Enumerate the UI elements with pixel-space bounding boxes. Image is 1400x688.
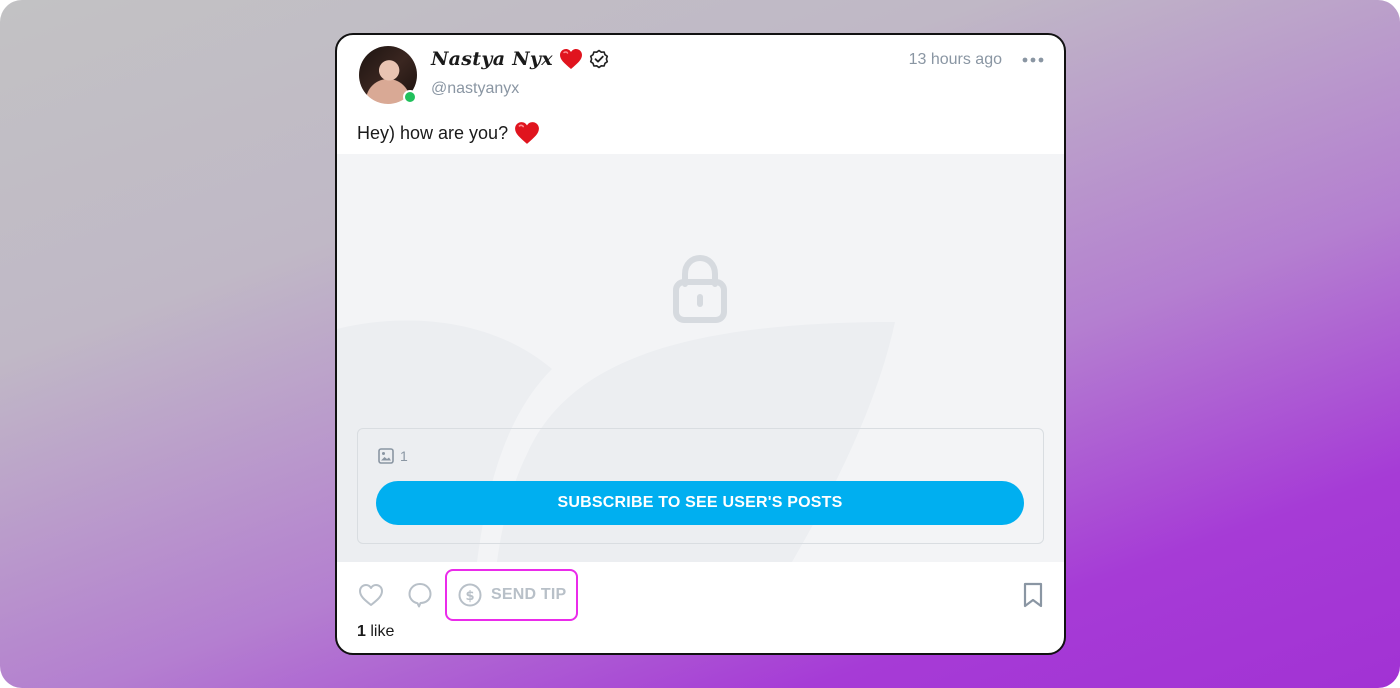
svg-text:$: $: [465, 589, 474, 604]
verified-icon: [589, 49, 608, 69]
online-status-dot: [403, 90, 417, 104]
heart-emoji-icon: [515, 122, 539, 144]
post-actions-bar: $ SEND TIP: [357, 569, 1044, 621]
post-header: Nastya Nyx @nastyanyx 13 hours ago: [359, 46, 1044, 106]
likes-count: 1: [357, 623, 366, 640]
media-count-value: 1: [400, 448, 408, 464]
locked-media-area: 1 SUBSCRIBE TO SEE USER'S POSTS: [337, 154, 1064, 562]
image-icon: [378, 448, 394, 464]
subscribe-button[interactable]: SUBSCRIBE TO SEE USER'S POSTS: [376, 481, 1024, 525]
post-timestamp[interactable]: 13 hours ago: [909, 51, 1002, 69]
dollar-icon: $: [458, 583, 482, 607]
heart-emoji-icon: [559, 49, 582, 69]
more-options-icon[interactable]: [1022, 52, 1044, 68]
likes-summary[interactable]: 1 like: [357, 623, 394, 641]
author-display-name[interactable]: Nastya Nyx: [431, 48, 553, 70]
media-count: 1: [378, 448, 408, 464]
send-tip-label: SEND TIP: [491, 586, 567, 603]
lock-icon: [673, 254, 727, 323]
bookmark-icon[interactable]: [1022, 582, 1044, 608]
send-tip-button[interactable]: $ SEND TIP: [445, 569, 578, 621]
post-text: Hey) how are you?: [357, 119, 540, 147]
like-heart-outline-icon[interactable]: [357, 581, 385, 609]
post-text-content: Hey) how are you?: [357, 122, 509, 143]
subscribe-panel: 1 SUBSCRIBE TO SEE USER'S POSTS: [357, 428, 1044, 544]
post-card: Nastya Nyx @nastyanyx 13 hours ago Hey) …: [335, 33, 1066, 655]
background: Nastya Nyx @nastyanyx 13 hours ago Hey) …: [0, 0, 1400, 688]
author-name-row: Nastya Nyx: [431, 46, 609, 72]
comment-icon[interactable]: [407, 581, 433, 609]
author-handle[interactable]: @nastyanyx: [431, 80, 519, 98]
likes-label: like: [370, 623, 395, 640]
